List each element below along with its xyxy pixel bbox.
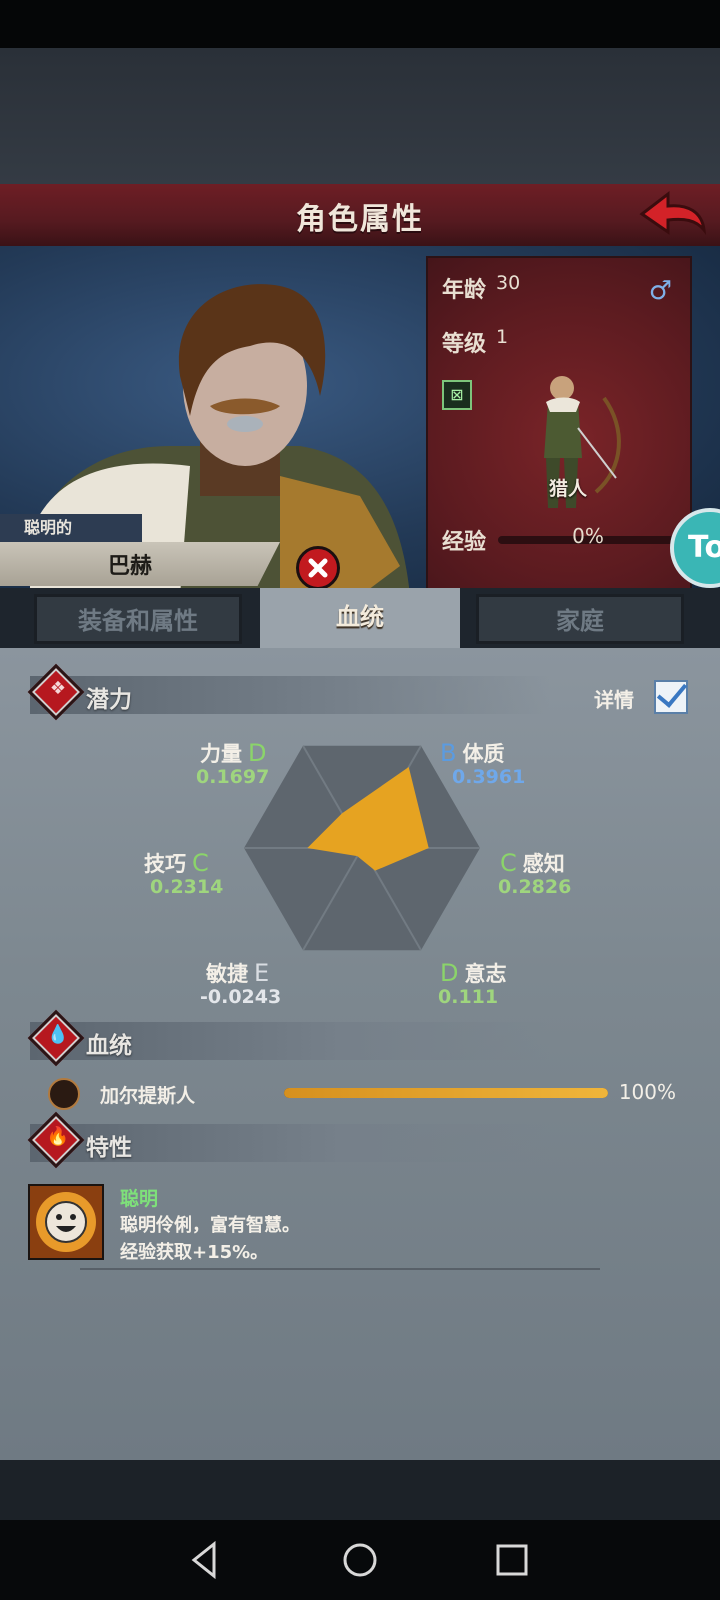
trait-name: 聪明 <box>120 1188 159 1210</box>
nav-home-icon[interactable] <box>338 1538 382 1582</box>
lineage-bar-fill <box>284 1088 608 1098</box>
nav-recents-icon[interactable] <box>490 1538 534 1582</box>
attr-strength: 力量 D <box>200 739 267 767</box>
trait-desc-line1: 聪明伶俐，富有智慧。 <box>120 1215 300 1236</box>
attr-strength-value: 0.1697 <box>196 766 270 788</box>
trait-description: 聪明伶俐，富有智慧。 经验获取+15%。 <box>120 1212 300 1266</box>
divider <box>80 1268 600 1270</box>
attr-perception: C 感知 <box>500 849 565 877</box>
trait-desc-line2: 经验获取+15%。 <box>120 1242 269 1263</box>
lineage-emblem-icon <box>48 1078 80 1110</box>
lineage-row: 加尔提斯人 100% <box>48 1078 688 1114</box>
nav-back-icon[interactable] <box>184 1538 228 1582</box>
lineage-name: 加尔提斯人 <box>100 1085 196 1107</box>
smile-face-icon[interactable] <box>28 1184 104 1260</box>
potential-radar-chart <box>244 745 480 951</box>
lineage-percent: 100% <box>618 1080 676 1104</box>
lineage-section-header: 💧 血统 <box>27 1009 550 1067</box>
system-nav-bar <box>0 1520 720 1600</box>
attr-will: D 意志 <box>440 959 507 987</box>
attr-skill-value: 0.2314 <box>150 876 224 898</box>
lineage-bar <box>284 1088 608 1098</box>
lineage-title: 血统 <box>86 1033 132 1059</box>
attr-skill: 技巧 C <box>144 849 209 877</box>
bottom-band <box>0 1460 720 1520</box>
traits-section-header: 🔥 特性 <box>27 1111 550 1169</box>
attr-will-value: 0.111 <box>438 986 499 1008</box>
attr-constitution-value: 0.3961 <box>452 766 526 788</box>
traits-title: 特性 <box>86 1135 132 1161</box>
attr-perception-value: 0.2826 <box>498 876 572 898</box>
attr-constitution: B 体质 <box>440 739 505 767</box>
attr-agility: 敏捷 E <box>206 959 270 987</box>
attr-agility-value: -0.0243 <box>200 986 282 1008</box>
